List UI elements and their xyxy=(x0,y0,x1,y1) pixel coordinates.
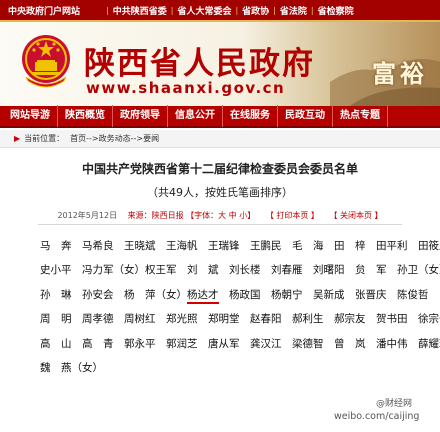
member-name-list: 马 奔 马希良 王晓斌 王海帆 王瑞锋 王鹏民 毛 海 田 梓 田平利 田筱虎 … xyxy=(40,234,440,380)
name-row: 史小平 冯力军（女）权王军 刘 斌 刘长楼 刘春雁 刘曙阳 贠 军 孙卫（女） xyxy=(40,264,440,277)
font-size-large-button[interactable]: 大 xyxy=(218,211,226,220)
national-emblem-icon[interactable] xyxy=(20,31,72,93)
toplink-cppcc[interactable]: 省政协 xyxy=(242,4,269,17)
nav-item-interaction[interactable]: 民政互动 xyxy=(278,105,333,127)
article-meta: 2012年5月12日 来源：陕西日报 【字体：大 中 小】 【 打印本页 】 【… xyxy=(0,210,440,221)
name-row: 魏 燕（女） xyxy=(40,361,103,374)
name-row: 周 明 周孝德 周树红 郑光照 郑明堂 赵春阳 郝利生 郝宗友 贺书田 徐宗一 xyxy=(40,313,440,326)
name-row: 孙 琳 孙安会 杨 萍（女）杨达才 杨政国 杨朝宁 吴新成 张晋庆 陈俊哲 xyxy=(40,283,430,307)
separator: | xyxy=(310,5,314,15)
breadcrumb-label: 当前位置： xyxy=(24,134,65,143)
article-title: 中国共产党陕西省第十二届纪律检查委员会委员名单 xyxy=(81,162,358,176)
font-size-close-bracket: 】 xyxy=(247,211,256,220)
toplink-central-gov[interactable]: 中央政府门户网站 xyxy=(0,4,80,17)
font-size-medium-button[interactable]: 中 xyxy=(229,211,237,220)
nav-item-site-guide[interactable]: 网站导游 xyxy=(0,105,58,127)
article-source: 来源：陕西日报 xyxy=(127,211,184,220)
toplink-party-committee[interactable]: 中共陕西省委 xyxy=(113,4,167,17)
toplink-peoples-congress[interactable]: 省人大常委会 xyxy=(177,4,231,17)
print-page-button[interactable]: 【 打印本页 】 xyxy=(266,211,319,220)
nav-item-shaanxi-overview[interactable]: 陕西概览 xyxy=(58,105,113,127)
separator: | xyxy=(273,5,276,15)
main-nav: 网站导游 陕西概览 政府领导 信息公开 在线服务 民政互动 热点专题 xyxy=(0,105,440,128)
toplink-procuratorate[interactable]: 省检察院 xyxy=(318,4,354,17)
nav-item-gov-leaders[interactable]: 政府领导 xyxy=(113,105,168,127)
breadcrumb: ▶ 当前位置： 首页-->政务动态-->要闻 xyxy=(0,130,440,148)
site-header-banner: 陕西省人民政府 www.shaanxi.gov.cn 富裕 xyxy=(0,22,440,106)
highlighted-name: 杨达才 xyxy=(187,289,219,304)
name-row-part: 孙 琳 孙安会 杨 萍（女） xyxy=(40,288,187,301)
watermark-logo: @财经网 xyxy=(376,399,413,409)
top-links-bar: 中央政府门户网站 | 中共陕西省委 | 省人大常委会 | 省政协 | 省法院 |… xyxy=(0,0,440,22)
toplink-court[interactable]: 省法院 xyxy=(280,4,307,17)
name-row-part: 杨政国 杨朝宁 吴新成 张晋庆 陈俊哲 xyxy=(229,288,429,301)
site-url: www.shaanxi.gov.cn xyxy=(86,79,286,97)
name-row: 高 山 高 青 郭永平 郭润芝 唐从军 龚汉江 梁德智 曾 岚 潘中伟 薛耀瑄 xyxy=(40,337,440,350)
nav-item-info-disclosure[interactable]: 信息公开 xyxy=(168,105,223,127)
page: 中央政府门户网站 | 中共陕西省委 | 省人大常委会 | 省政协 | 省法院 |… xyxy=(0,0,440,432)
nav-item-online-services[interactable]: 在线服务 xyxy=(223,105,278,127)
breadcrumb-path[interactable]: 首页-->政务动态-->要闻 xyxy=(70,133,159,144)
divider xyxy=(38,224,402,225)
watermark-url: weibo.com/caijing xyxy=(334,411,420,422)
separator: | xyxy=(106,5,109,15)
article-subtitle: （共49人，按姓氏笔画排序） xyxy=(147,186,293,199)
banner-slogan: 富裕 xyxy=(372,59,428,88)
article-date: 2012年5月12日 xyxy=(57,211,118,220)
name-row: 马 奔 马希良 王晓斌 王海帆 王瑞锋 王鹏民 毛 海 田 梓 田平利 田筱虎 xyxy=(40,240,440,252)
site-title: 陕西省人民政府 xyxy=(84,46,315,82)
separator: | xyxy=(235,5,239,15)
separator: | xyxy=(170,5,174,15)
close-page-button[interactable]: 【 关闭本页 】 xyxy=(329,211,382,220)
nav-item-hot-topics[interactable]: 热点专题 xyxy=(333,105,388,127)
font-size-label: 【字体： xyxy=(186,211,219,220)
location-pin-icon: ▶ xyxy=(14,134,21,143)
